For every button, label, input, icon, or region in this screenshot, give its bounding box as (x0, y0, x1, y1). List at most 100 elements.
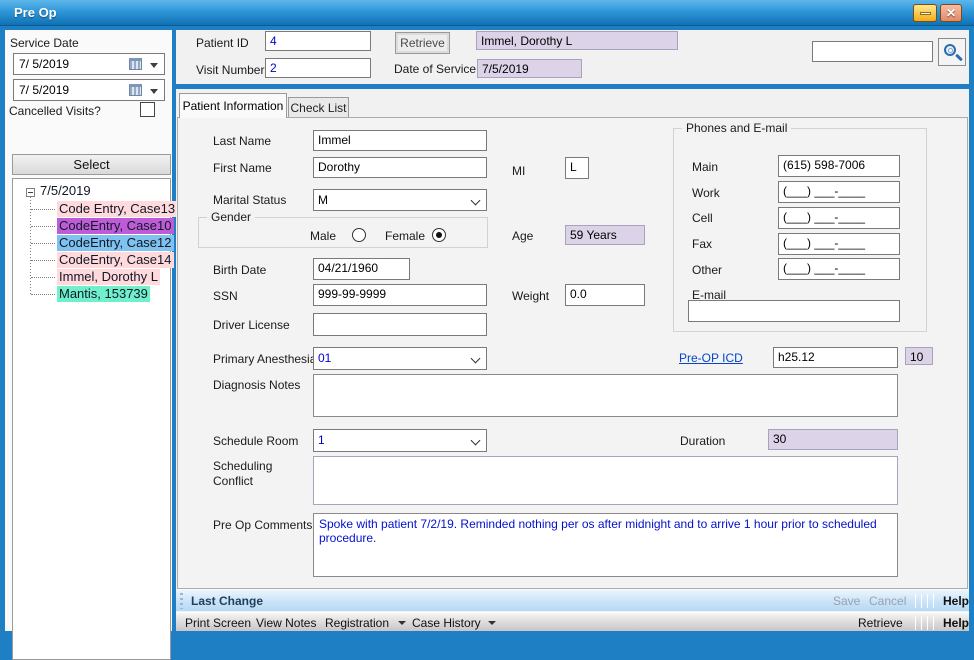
birth-date-field[interactable]: 04/21/1960 (313, 258, 410, 280)
toolbar-separator (927, 594, 928, 608)
visit-number-field[interactable]: 2 (265, 58, 371, 78)
driver-license-label: Driver License (213, 318, 290, 332)
marital-status-select[interactable]: M (313, 189, 487, 211)
patient-id-label: Patient ID (196, 36, 249, 50)
email-field[interactable] (688, 300, 900, 322)
tree-collapse-icon[interactable] (26, 188, 35, 197)
chevron-down-icon (488, 621, 496, 625)
help-bottom-button[interactable]: Help (943, 616, 969, 630)
scheduling-conflict-display (313, 456, 898, 505)
select-button[interactable]: Select (12, 154, 171, 175)
bottom-menu-bar: Print Screen View Notes Registration Cas… (176, 612, 969, 631)
toolbar-separator (921, 594, 922, 608)
duration-label: Duration (680, 434, 725, 448)
chevron-down-icon (398, 621, 406, 625)
search-icon (944, 44, 956, 56)
driver-license-field[interactable] (313, 313, 487, 336)
chevron-down-icon (150, 89, 158, 94)
phone-fax-field[interactable]: (___) ___-____ (778, 233, 900, 255)
tree-root-node[interactable]: 7/5/2019 (40, 183, 91, 198)
statusbar-separator (921, 616, 922, 630)
toolbar-grip (180, 593, 183, 609)
visits-tree: 7/5/2019 Code Entry, Case13 CodeEntry, C… (12, 178, 171, 660)
schedule-room-label: Schedule Room (213, 434, 298, 448)
chevron-down-icon (471, 436, 481, 446)
tree-node-immel[interactable]: Immel, Dorothy L (57, 269, 160, 285)
phone-other-label: Other (692, 263, 722, 277)
ssn-label: SSN (213, 289, 238, 303)
phone-main-field[interactable]: (615) 598-7006 (778, 155, 900, 177)
pre-op-icd-link[interactable]: Pre-OP ICD (679, 351, 743, 365)
primary-anesthesia-select[interactable]: 01 (313, 347, 487, 370)
pre-op-icd-field[interactable]: h25.12 (773, 347, 898, 368)
cancelled-visits-label: Cancelled Visits? (9, 104, 101, 118)
print-screen-button[interactable]: Print Screen (185, 616, 251, 630)
minimize-button[interactable] (913, 4, 937, 22)
weight-field[interactable]: 0.0 (565, 284, 645, 306)
phone-main-label: Main (692, 160, 718, 174)
tree-connector-line (30, 197, 31, 294)
visit-number-label: Visit Number (196, 63, 264, 77)
tab-check-list[interactable]: Check List (288, 97, 349, 118)
marital-status-value: M (318, 193, 328, 207)
diagnosis-notes-textarea[interactable] (313, 374, 898, 417)
tab-patient-information[interactable]: Patient Information (179, 93, 287, 118)
phone-cell-label: Cell (692, 211, 713, 225)
chevron-down-icon (471, 196, 481, 206)
help-button[interactable]: Help (943, 594, 969, 608)
gender-label: Gender (207, 210, 255, 224)
patient-id-field[interactable]: 4 (265, 31, 371, 51)
primary-anesthesia-label: Primary Anesthesia (213, 352, 316, 366)
service-date-to-picker[interactable]: 7/ 5/2019 (13, 79, 165, 101)
mi-field[interactable]: L (565, 157, 589, 179)
ssn-field[interactable]: 999-99-9999 (313, 284, 487, 306)
tree-node-case13[interactable]: Code Entry, Case13 (57, 201, 177, 217)
phone-fax-label: Fax (692, 237, 712, 251)
diagnosis-notes-label: Diagnosis Notes (213, 378, 300, 392)
statusbar-separator (915, 616, 916, 630)
last-change-title: Last Change (191, 594, 263, 608)
icd-version-badge: 10 (905, 347, 933, 365)
close-icon: ✕ (946, 6, 956, 20)
close-button[interactable]: ✕ (940, 4, 962, 22)
sidebar-panel: Service Date 7/ 5/2019 7/ 5/2019 Cancell… (5, 30, 172, 631)
main-panel: Patient ID 4 Visit Number 2 Retrieve Imm… (176, 30, 969, 631)
last-name-field[interactable]: Immel (313, 130, 487, 151)
weight-label: Weight (512, 289, 549, 303)
retrieve-button[interactable]: Retrieve (395, 32, 450, 54)
search-input[interactable] (812, 41, 933, 62)
date-of-service-label: Date of Service (394, 62, 476, 76)
save-button[interactable]: Save (833, 594, 860, 608)
service-date-from-picker[interactable]: 7/ 5/2019 (13, 53, 165, 75)
birth-date-label: Birth Date (213, 263, 266, 277)
retrieve-bottom-button[interactable]: Retrieve (858, 616, 903, 630)
service-date-to-value: 7/ 5/2019 (19, 83, 69, 97)
chevron-down-icon (150, 63, 158, 68)
female-radio[interactable] (432, 228, 446, 242)
first-name-field[interactable]: Dorothy (313, 157, 487, 178)
phone-cell-field[interactable]: (___) ___-____ (778, 207, 900, 229)
tree-node-case10[interactable]: CodeEntry, Case10 (57, 218, 174, 234)
registration-menu[interactable]: Registration (325, 616, 389, 630)
male-radio[interactable] (352, 228, 366, 242)
phone-other-field[interactable]: (___) ___-____ (778, 258, 900, 280)
pre-op-comments-textarea[interactable]: Spoke with patient 7/2/19. Reminded noth… (313, 513, 898, 577)
cancel-button[interactable]: Cancel (869, 594, 906, 608)
tree-node-case12[interactable]: CodeEntry, Case12 (57, 235, 174, 251)
scheduling-conflict-label: Scheduling Conflict (213, 459, 293, 489)
tree-node-case14[interactable]: CodeEntry, Case14 (57, 252, 174, 268)
cancelled-visits-checkbox[interactable] (140, 102, 155, 117)
phone-work-field[interactable]: (___) ___-____ (778, 181, 900, 203)
case-history-menu[interactable]: Case History (412, 616, 481, 630)
duration-display: 30 (768, 429, 898, 450)
schedule-room-select[interactable]: 1 (313, 429, 487, 452)
last-change-toolbar: Last Change Save Cancel Help (176, 589, 969, 611)
tree-node-mantis[interactable]: Mantis, 153739 (57, 286, 150, 302)
male-label: Male (310, 229, 336, 243)
search-button[interactable] (938, 38, 966, 66)
pre-op-comments-label: Pre Op Comments (213, 518, 312, 532)
view-notes-button[interactable]: View Notes (256, 616, 316, 630)
calendar-icon (129, 58, 142, 70)
mi-label: MI (512, 164, 525, 178)
header-divider (176, 84, 969, 89)
